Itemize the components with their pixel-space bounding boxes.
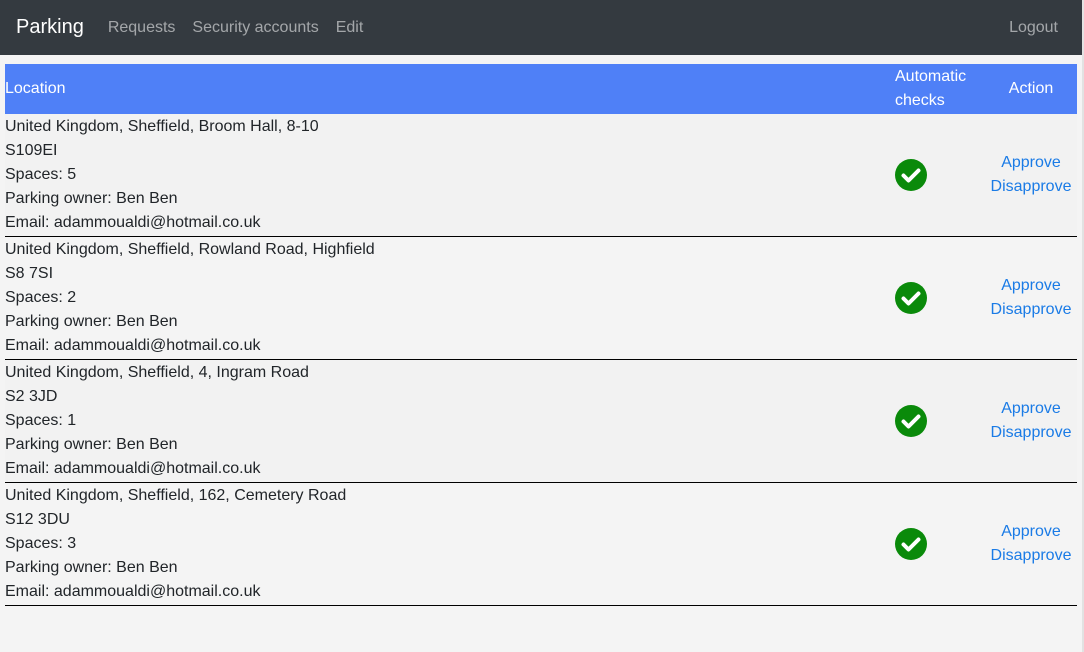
checks-cell <box>895 114 985 237</box>
owner-text: Parking owner: Ben Ben <box>5 190 178 207</box>
checks-cell <box>895 483 985 606</box>
header-checks-line1: Automatic <box>895 68 967 85</box>
check-circle-icon <box>895 405 927 437</box>
nav-link-edit[interactable]: Edit <box>336 19 364 37</box>
address-text: United Kingdom, Sheffield, 162, Cemetery… <box>5 487 347 504</box>
check-circle-icon <box>895 282 927 314</box>
spaces-text: Spaces: 1 <box>5 412 77 429</box>
email-text: Email: adammoualdi@hotmail.co.uk <box>5 583 261 600</box>
owner-text: Parking owner: Ben Ben <box>5 436 178 453</box>
postcode-text: S8 7SI <box>5 265 54 282</box>
approve-link[interactable]: Approve <box>985 397 1077 421</box>
navbar-brand[interactable]: Parking <box>16 16 84 39</box>
nav-link-security-accounts[interactable]: Security accounts <box>192 19 318 37</box>
email-text: Email: adammoualdi@hotmail.co.uk <box>5 460 261 477</box>
nav-link-requests[interactable]: Requests <box>108 19 176 37</box>
address-text: United Kingdom, Sheffield, 4, Ingram Roa… <box>5 364 309 381</box>
checks-cell <box>895 237 985 360</box>
approve-link[interactable]: Approve <box>985 274 1077 298</box>
table-header-row: Location Automatic checks Action <box>5 64 1077 114</box>
postcode-text: S12 3DU <box>5 511 70 528</box>
email-text: Email: adammoualdi@hotmail.co.uk <box>5 214 261 231</box>
location-cell: United Kingdom, Sheffield, 4, Ingram Roa… <box>5 360 895 483</box>
table-row: United Kingdom, Sheffield, 4, Ingram Roa… <box>5 359 1077 483</box>
spaces-text: Spaces: 5 <box>5 166 77 183</box>
disapprove-link[interactable]: Disapprove <box>985 544 1077 568</box>
check-circle-icon <box>895 159 927 191</box>
location-cell: United Kingdom, Sheffield, 162, Cemetery… <box>5 483 895 606</box>
postcode-text: S2 3JD <box>5 388 58 405</box>
disapprove-link[interactable]: Disapprove <box>985 175 1077 199</box>
table-row: United Kingdom, Sheffield, Broom Hall, 8… <box>5 114 1077 237</box>
action-cell: Approve Disapprove <box>985 483 1077 606</box>
header-location: Location <box>5 80 66 97</box>
header-automatic-checks: Automatic checks <box>895 64 985 114</box>
location-cell: United Kingdom, Sheffield, Broom Hall, 8… <box>5 114 895 237</box>
disapprove-link[interactable]: Disapprove <box>985 298 1077 322</box>
requests-table: Location Automatic checks Action United … <box>5 64 1077 606</box>
email-text: Email: adammoualdi@hotmail.co.uk <box>5 337 261 354</box>
header-action: Action <box>1008 80 1054 97</box>
address-text: United Kingdom, Sheffield, Broom Hall, 8… <box>5 118 319 135</box>
action-cell: Approve Disapprove <box>985 114 1077 237</box>
spaces-text: Spaces: 2 <box>5 289 77 306</box>
top-navbar: Parking Requests Security accounts Edit … <box>0 0 1082 55</box>
postcode-text: S109EI <box>5 142 58 159</box>
action-cell: Approve Disapprove <box>985 360 1077 483</box>
disapprove-link[interactable]: Disapprove <box>985 421 1077 445</box>
check-circle-icon <box>895 528 927 560</box>
header-checks-line2: checks <box>895 92 945 109</box>
checks-cell <box>895 360 985 483</box>
spaces-text: Spaces: 3 <box>5 535 77 552</box>
owner-text: Parking owner: Ben Ben <box>5 559 178 576</box>
action-cell: Approve Disapprove <box>985 237 1077 360</box>
owner-text: Parking owner: Ben Ben <box>5 313 178 330</box>
location-cell: United Kingdom, Sheffield, Rowland Road,… <box>5 237 895 360</box>
logout-link[interactable]: Logout <box>1009 19 1058 37</box>
table-row: United Kingdom, Sheffield, Rowland Road,… <box>5 236 1077 360</box>
approve-link[interactable]: Approve <box>985 151 1077 175</box>
approve-link[interactable]: Approve <box>985 520 1077 544</box>
table-row: United Kingdom, Sheffield, 162, Cemetery… <box>5 482 1077 606</box>
address-text: United Kingdom, Sheffield, Rowland Road,… <box>5 241 375 258</box>
